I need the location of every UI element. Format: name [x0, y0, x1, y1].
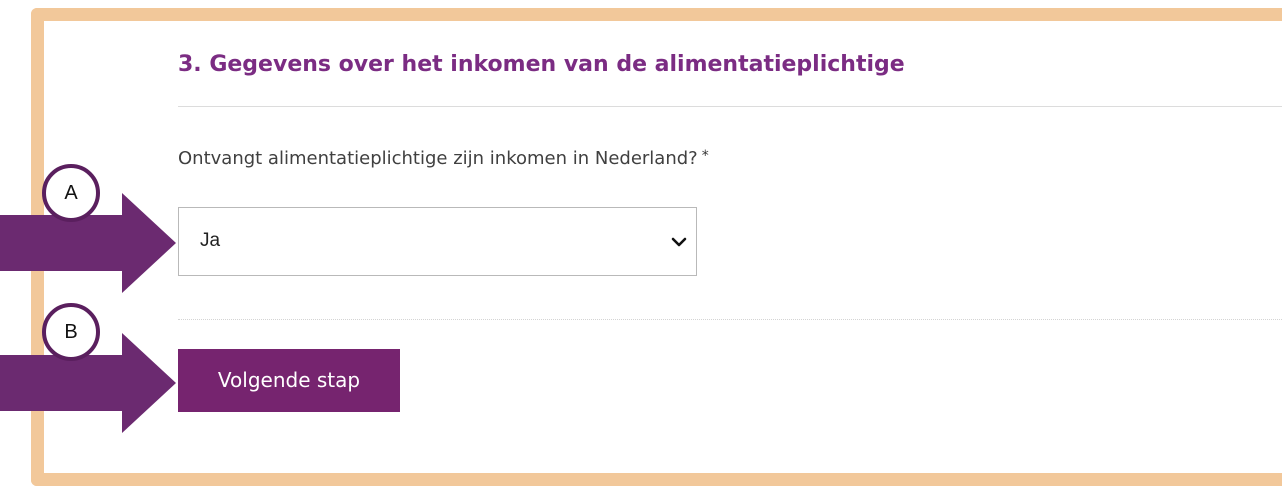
section-divider	[178, 106, 1282, 107]
annotation-marker-b: B	[42, 303, 100, 361]
chevron-down-icon	[671, 237, 687, 247]
next-step-button[interactable]: Volgende stap	[178, 349, 400, 412]
annotation-marker-a: A	[42, 164, 100, 222]
required-marker: *	[701, 148, 709, 164]
income-in-netherlands-select[interactable]: Ja	[178, 207, 697, 276]
select-value: Ja	[200, 230, 221, 251]
question-text: Ontvangt alimentatieplichtige zijn inkom…	[178, 148, 698, 169]
form-divider	[178, 319, 1282, 320]
section-title: 3. Gegevens over het inkomen van de alim…	[178, 52, 905, 77]
question-label: Ontvangt alimentatieplichtige zijn inkom…	[178, 148, 709, 169]
